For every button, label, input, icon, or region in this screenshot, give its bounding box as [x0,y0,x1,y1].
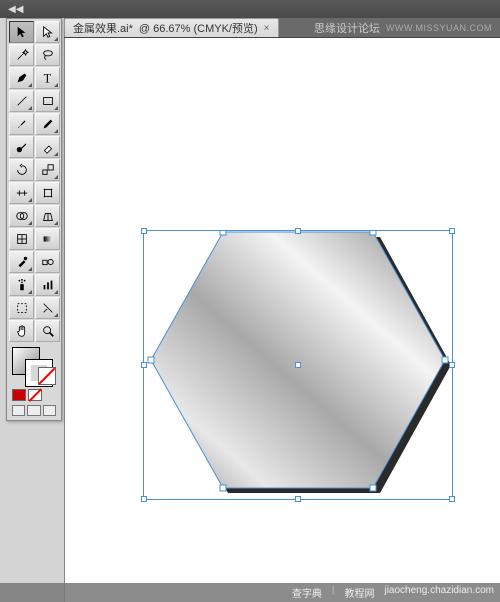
paintbrush-tool[interactable] [9,113,34,135]
tools-panel: T [6,18,62,421]
handle-center[interactable] [295,362,301,368]
handle-bot-left[interactable] [141,496,147,502]
lasso-tool[interactable] [35,44,60,66]
selection-tool[interactable] [9,21,34,43]
rectangle-tool[interactable] [35,90,60,112]
draw-normal-icon[interactable] [12,405,25,416]
color-row [9,387,59,403]
gradient-tool[interactable] [35,228,60,250]
width-tool[interactable] [9,182,34,204]
type-tool[interactable]: T [35,67,60,89]
symbol-sprayer-tool[interactable] [9,274,34,296]
hand-tool[interactable] [9,320,34,342]
zoom-tool[interactable] [35,320,60,342]
line-tool[interactable] [9,90,34,112]
free-transform-tool[interactable] [35,182,60,204]
magic-wand-tool[interactable] [9,44,34,66]
draw-mode-row [9,403,59,418]
footer-domain: jiaocheng.chazidian.com [384,585,494,600]
footer-section: 教程网 [344,585,374,600]
graph-tool[interactable] [35,274,60,296]
handle-bot-right[interactable] [449,496,455,502]
footer-watermark: 查字典 | 教程网 jiaocheng.chazidian.com [0,583,500,602]
mesh-tool[interactable] [9,228,34,250]
artboard-tool[interactable] [9,297,34,319]
tab-zoom-mode: @ 66.67% (CMYK/预览) [139,20,258,36]
app-topbar: ◀◀ [0,0,500,18]
color-swatch[interactable] [12,389,26,401]
blend-tool[interactable] [35,251,60,273]
handle-bot-mid[interactable] [295,496,301,502]
bounding-box [143,230,453,500]
none-swatch-small[interactable] [28,389,42,401]
collapse-icon[interactable]: ◀◀ [8,4,23,15]
none-swatch[interactable] [38,367,56,385]
fill-stroke-control[interactable] [9,345,59,387]
header-watermark: 思缘设计论坛 WWW.MISSYUAN.COM [279,18,500,37]
footer-brand: 查字典 [292,585,322,600]
svg-text:T: T [43,71,51,85]
tab-filename: 金属效果.ai* [73,20,133,36]
handle-top-right[interactable] [449,228,455,234]
scale-tool[interactable] [35,159,60,181]
handle-mid-left[interactable] [141,362,147,368]
handle-mid-right[interactable] [449,362,455,368]
pen-tool[interactable] [9,67,34,89]
selected-object[interactable] [143,230,453,500]
draw-behind-icon[interactable] [27,405,40,416]
shape-builder-tool[interactable] [9,205,34,227]
perspective-tool[interactable] [35,205,60,227]
handle-top-mid[interactable] [295,228,301,234]
eraser-tool[interactable] [35,136,60,158]
canvas[interactable] [64,38,500,602]
direct-selection-tool[interactable] [35,21,60,43]
blob-brush-tool[interactable] [9,136,34,158]
close-icon[interactable]: × [264,23,270,34]
eyedropper-tool[interactable] [9,251,34,273]
draw-inside-icon[interactable] [43,405,56,416]
site-url: WWW.MISSYUAN.COM [386,23,492,33]
document-tab[interactable]: 金属效果.ai* @ 66.67% (CMYK/预览) × [64,18,279,37]
rotate-tool[interactable] [9,159,34,181]
handle-top-left[interactable] [141,228,147,234]
document-tab-bar: 金属效果.ai* @ 66.67% (CMYK/预览) × 思缘设计论坛 WWW… [64,18,500,38]
site-name: 思缘设计论坛 [314,20,380,36]
slice-tool[interactable] [35,297,60,319]
pencil-tool[interactable] [35,113,60,135]
